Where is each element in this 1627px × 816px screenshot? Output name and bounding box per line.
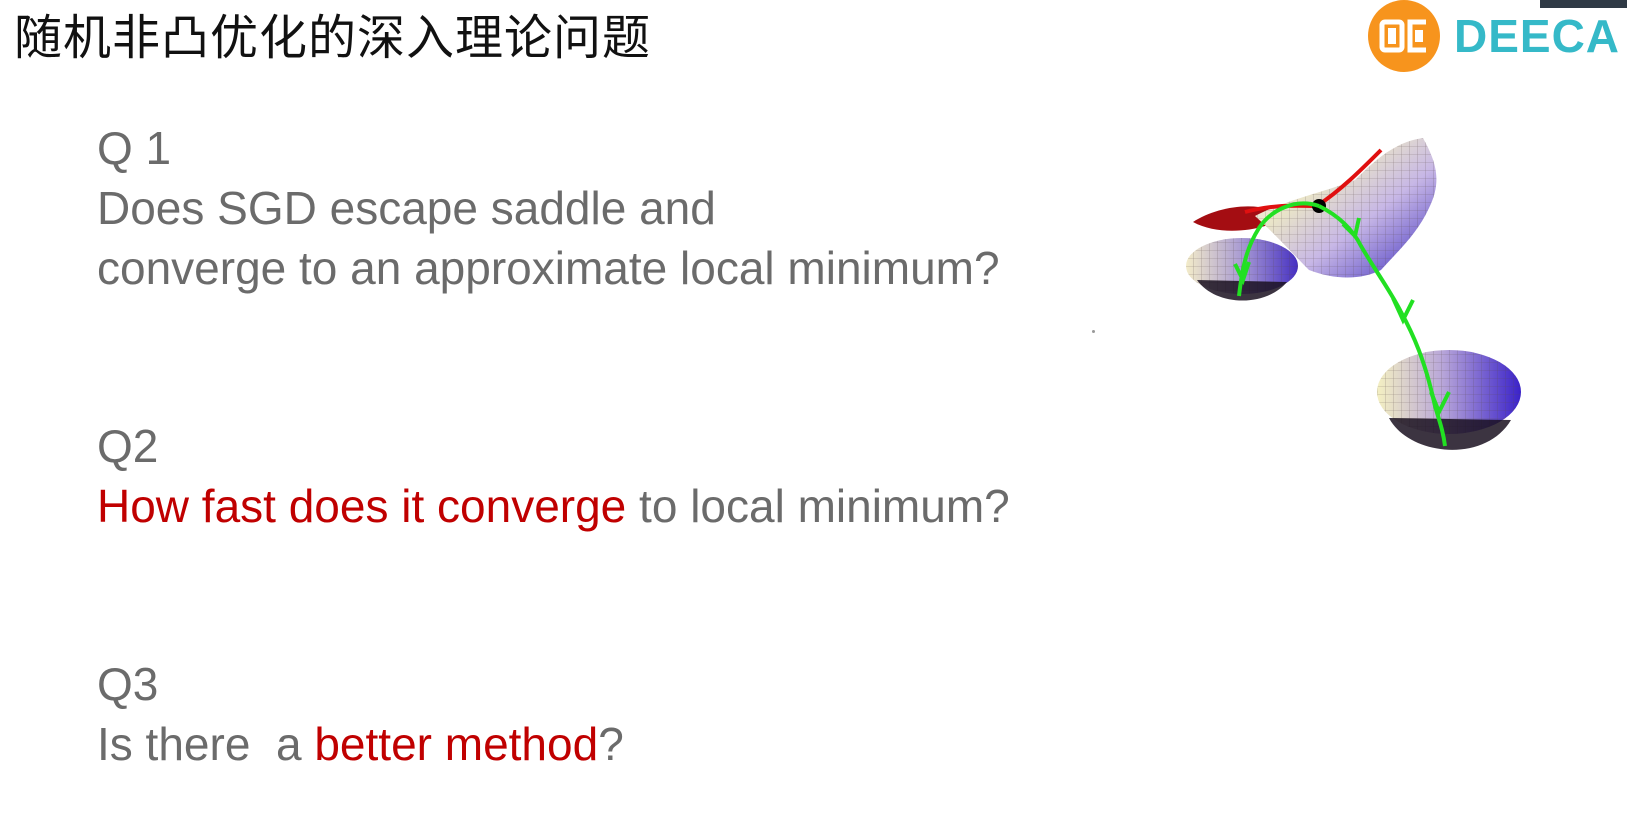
logo-text: DEECA xyxy=(1454,10,1621,62)
question-text-segment: converge to an approximate local minimum… xyxy=(97,242,1000,294)
dc-logo-icon xyxy=(1368,0,1440,72)
question-text-line: Is there a better method? xyxy=(97,714,624,774)
highlighted-text: better method xyxy=(314,718,599,770)
question-text-line: How fast does it converge to local minim… xyxy=(97,476,1010,536)
question-text-segment: ? xyxy=(598,718,624,770)
question-1: Q 1 Does SGD escape saddle and converge … xyxy=(97,118,1000,298)
question-label: Q2 xyxy=(97,420,159,472)
question-text-segment: Is there a xyxy=(97,718,315,770)
deeca-logo: DEECA xyxy=(1368,0,1627,72)
question-label: Q 1 xyxy=(97,122,172,174)
saddle-to-minima-surface-illustration xyxy=(1185,130,1605,480)
decorative-dot xyxy=(1092,330,1095,333)
slide: 随机非凸优化的深入理论问题 DEECA Q 1 Does SGD escape … xyxy=(0,0,1627,816)
question-text-segment: Does SGD escape saddle and xyxy=(97,182,716,234)
question-label: Q3 xyxy=(97,658,159,710)
highlighted-text: How fast does it converge xyxy=(97,480,627,532)
question-text-line: Does SGD escape saddle and xyxy=(97,178,1000,238)
arrow-icon xyxy=(1391,297,1415,325)
question-text-segment: to local minimum? xyxy=(626,480,1010,532)
question-3: Q3 Is there a better method? xyxy=(97,654,624,774)
page-title: 随机非凸优化的深入理论问题 xyxy=(14,10,652,66)
surface-illustration-svg xyxy=(1186,138,1521,450)
question-text-line: converge to an approximate local minimum… xyxy=(97,238,1000,298)
question-2: Q2 How fast does it converge to local mi… xyxy=(97,416,1010,536)
